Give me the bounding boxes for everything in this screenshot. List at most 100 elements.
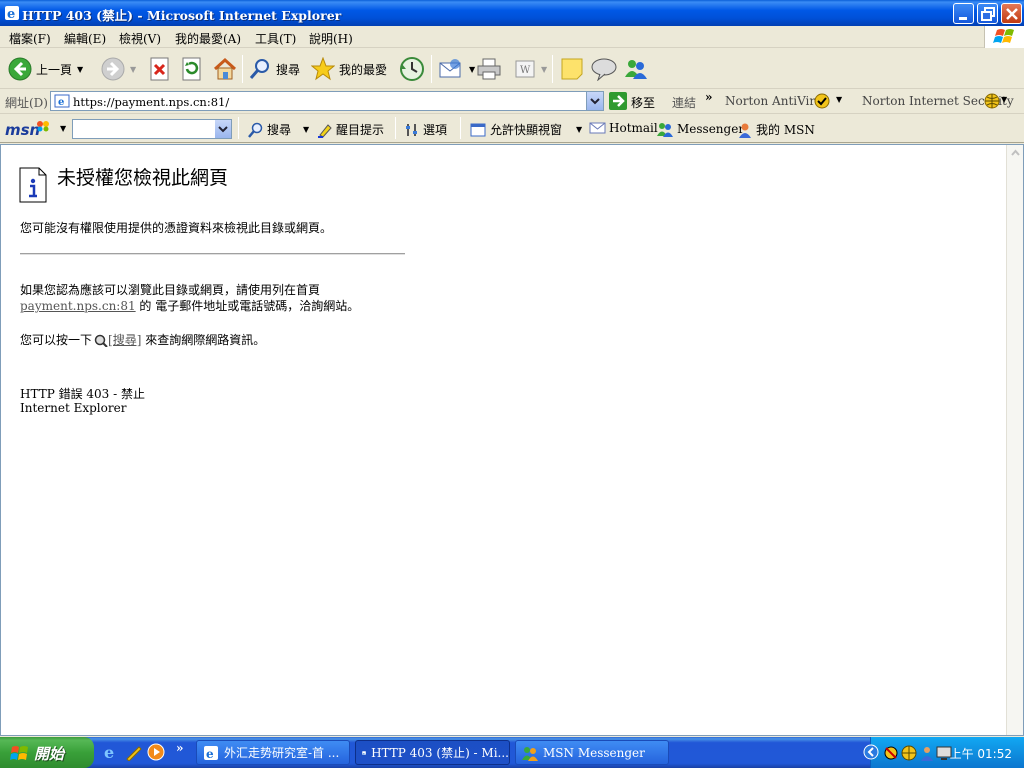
norton-globe-icon[interactable] <box>984 93 1000 109</box>
window-title: HTTP 403 (禁止) - Microsoft Internet Explo… <box>22 8 342 23</box>
address-bar: 網址(D) e https://payment.nps.cn:81/ 移至 連結… <box>0 89 1024 114</box>
stop-button[interactable] <box>149 55 171 83</box>
quicklaunch-app-icon[interactable] <box>125 743 143 761</box>
tray-users-icon[interactable] <box>919 745 935 761</box>
start-button[interactable]: 開始 <box>0 737 94 768</box>
svg-text:e: e <box>58 97 64 108</box>
stop-icon <box>150 57 169 81</box>
menu-edit[interactable]: 編輯(E) <box>64 30 106 47</box>
msn-search-input[interactable] <box>72 119 232 139</box>
edit-button[interactable]: W ▼ <box>514 55 547 83</box>
task-button-http403[interactable]: e HTTP 403 (禁止) - Mi... <box>355 740 510 765</box>
discuss-button[interactable] <box>590 55 618 83</box>
search-icon <box>249 59 269 79</box>
my-msn-link[interactable]: 我的 MSN <box>737 121 815 138</box>
search-link[interactable]: [搜尋] <box>108 333 141 347</box>
task-label: 外汇走势研究室-首 ... <box>224 746 340 760</box>
close-button[interactable] <box>1001 3 1022 24</box>
menu-tools[interactable]: 工具(T) <box>255 30 296 47</box>
ie-task-icon: e <box>362 750 366 755</box>
print-button[interactable] <box>476 55 502 83</box>
msn-search-icon <box>248 122 263 138</box>
history-button[interactable] <box>399 55 425 83</box>
msn-search-dropdown[interactable] <box>215 120 231 138</box>
divider <box>20 253 405 255</box>
menu-help[interactable]: 說明(H) <box>309 30 353 47</box>
svg-text:e: e <box>363 751 365 755</box>
scroll-up-arrow-icon[interactable] <box>1008 146 1023 161</box>
favorites-button[interactable]: 我的最愛 <box>311 55 387 83</box>
forward-dropdown-icon[interactable]: ▼ <box>130 65 136 74</box>
forward-button[interactable]: ▼ <box>101 55 136 83</box>
system-tray: 上午 01:52 <box>863 737 1024 768</box>
back-button[interactable]: 上一頁 ▼ <box>8 55 83 83</box>
highlight-button[interactable]: 醒目提示 <box>317 121 384 138</box>
messenger-task-icon <box>522 746 538 761</box>
popup-dropdown-icon[interactable]: ▼ <box>576 125 582 134</box>
page-icon: e <box>54 94 70 108</box>
messenger-people-icon <box>625 60 647 79</box>
links-label[interactable]: 連結 <box>672 94 696 111</box>
msn-logo[interactable]: msn <box>5 121 40 139</box>
restore-button[interactable] <box>977 3 998 24</box>
favorites-label: 我的最愛 <box>339 62 388 77</box>
home-button[interactable] <box>212 55 238 83</box>
address-input[interactable]: e https://payment.nps.cn:81/ <box>50 91 604 111</box>
norton-shield-icon[interactable] <box>814 93 830 109</box>
minimize-button[interactable] <box>953 3 974 24</box>
msn-butterfly-icon <box>37 121 49 132</box>
vertical-scrollbar[interactable] <box>1006 145 1023 735</box>
svg-text:e: e <box>7 7 15 21</box>
search-message-pre: 您可以按一下 <box>20 333 93 347</box>
msn-search-options-icon[interactable]: ▼ <box>303 125 309 134</box>
quicklaunch-chevron-icon[interactable]: » <box>176 741 184 755</box>
search-button[interactable]: 搜尋 <box>248 55 300 83</box>
go-arrow-icon[interactable] <box>609 92 627 110</box>
messenger-label: Messenger <box>677 122 745 136</box>
task-button-forex[interactable]: e 外汇走势研究室-首 ... <box>196 740 350 765</box>
menu-favorites[interactable]: 我的最愛(A) <box>175 30 241 47</box>
page-content: 未授權您檢視此網頁 您可能沒有權限使用提供的憑證資料來檢視此目錄或網頁。 如果您… <box>0 144 1024 736</box>
back-dropdown-icon[interactable]: ▼ <box>77 65 83 74</box>
norton-security-dropdown-icon[interactable]: ▼ <box>1001 95 1007 104</box>
menu-view[interactable]: 檢視(V) <box>119 30 161 47</box>
msn-logo-dropdown-icon[interactable]: ▼ <box>60 124 66 133</box>
my-msn-icon <box>739 123 751 138</box>
taskbar: 開始 e » e 外汇走势研究室-首 ... e HTTP 403 (禁止) -… <box>0 737 1024 768</box>
quicklaunch-media-icon[interactable] <box>147 743 165 761</box>
task-button-messenger[interactable]: MSN Messenger <box>515 740 669 765</box>
menu-file[interactable]: 檔案(F) <box>9 30 51 47</box>
notes-button[interactable] <box>560 55 584 83</box>
contact-message-rest: 的 電子郵件地址或電話號碼，洽詢網站。 <box>135 299 360 313</box>
permission-message: 您可能沒有權限使用提供的憑證資料來檢視此目錄或網頁。 <box>20 221 333 235</box>
norton-dropdown-icon[interactable]: ▼ <box>836 95 842 104</box>
msn-toolbar: msn ▼ 搜尋 ▼ 醒目提示 選項 允許快顯視窗 ▼ Hotmail Mess… <box>0 115 1024 143</box>
msn-search-button[interactable]: 搜尋 ▼ <box>247 121 309 138</box>
tray-network-icon[interactable] <box>883 745 899 761</box>
address-label: 網址(D) <box>5 96 48 110</box>
start-label: 開始 <box>34 745 65 763</box>
tray-norton-icon[interactable] <box>901 745 917 761</box>
hotmail-button[interactable]: Hotmail <box>589 121 658 135</box>
quicklaunch-ie-icon[interactable]: e <box>102 743 120 761</box>
search-magnifier-icon[interactable] <box>92 333 108 348</box>
refresh-button[interactable] <box>181 55 203 83</box>
links-chevron-icon[interactable]: » <box>705 90 713 104</box>
toolbar-separator <box>395 117 396 139</box>
messenger-button[interactable] <box>623 55 649 83</box>
options-button[interactable]: 選項 <box>404 121 447 138</box>
address-dropdown-button[interactable] <box>586 92 603 110</box>
tray-expand-icon[interactable] <box>863 744 879 760</box>
svg-text:W: W <box>520 65 531 76</box>
popup-allow-button[interactable]: 允許快顯視窗 ▼ <box>470 121 582 138</box>
messenger-link[interactable]: Messenger <box>656 121 744 137</box>
task-label: MSN Messenger <box>543 745 645 760</box>
info-icon <box>19 167 47 203</box>
go-button[interactable]: 移至 <box>631 94 655 111</box>
my-msn-label: 我的 MSN <box>756 123 815 137</box>
home-page-link[interactable]: payment.nps.cn:81 <box>20 299 136 313</box>
edit-dropdown-icon[interactable]: ▼ <box>541 65 547 74</box>
mail-button[interactable]: ▼ <box>438 55 475 83</box>
clock[interactable]: 上午 01:52 <box>950 745 1012 762</box>
mail-dropdown-icon[interactable]: ▼ <box>469 65 475 74</box>
